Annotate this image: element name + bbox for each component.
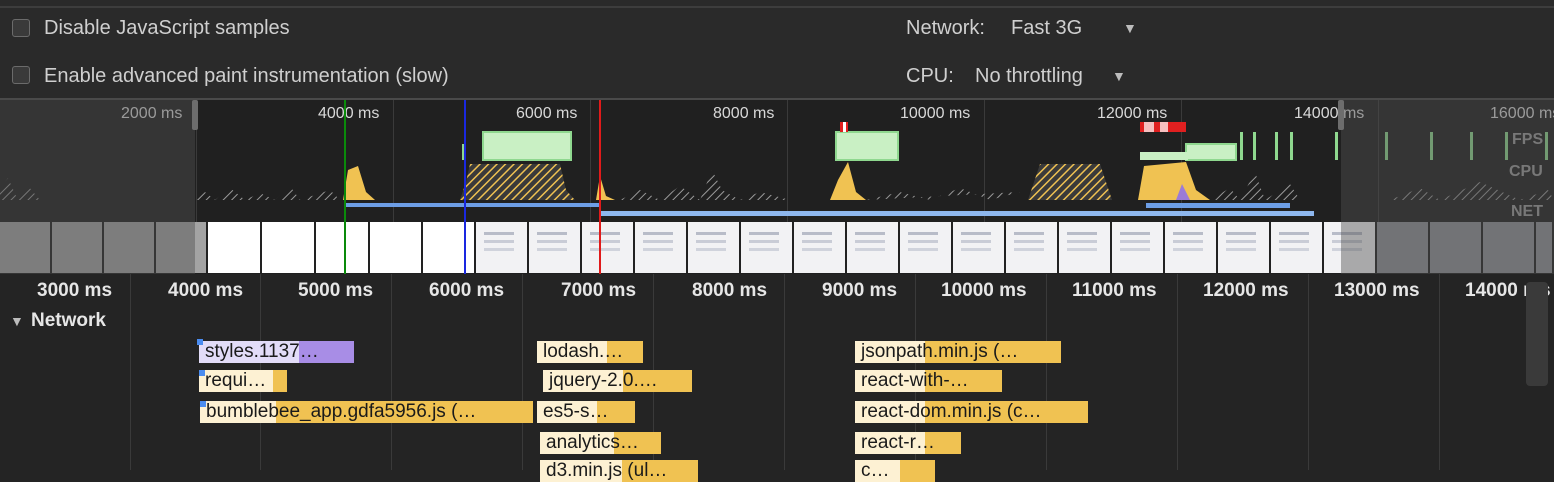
network-request[interactable]: react-dom.min.js (c…: [855, 401, 1088, 423]
network-throttle-value: Fast 3G: [1011, 17, 1083, 39]
filmstrip-frame[interactable]: [208, 222, 262, 273]
grid-line: [130, 274, 131, 470]
grid-line: [522, 274, 523, 470]
network-request[interactable]: c…: [855, 460, 935, 482]
enable-paint-label: Enable advanced paint instrumentation (s…: [44, 65, 449, 87]
vertical-scrollbar-thumb[interactable]: [1526, 282, 1548, 386]
network-throttle-select[interactable]: Fast 3G ▼: [1011, 17, 1146, 43]
cpu-throttle-select[interactable]: No throttling ▼: [975, 65, 1135, 91]
filmstrip-frame[interactable]: [1218, 222, 1271, 273]
filmstrip-frame[interactable]: [370, 222, 423, 273]
first-paint-marker: [344, 100, 346, 274]
filmstrip-frame[interactable]: [529, 222, 582, 273]
disable-js-samples-label: Disable JavaScript samples: [44, 17, 290, 39]
filmstrip-frame[interactable]: [741, 222, 794, 273]
ruler-tick: 8000 ms: [692, 280, 768, 301]
network-throttle-label: Network:: [906, 17, 985, 39]
network-request[interactable]: d3.min.js (ul…: [540, 460, 698, 482]
network-request[interactable]: lodash.…: [537, 341, 643, 363]
request-marker: [197, 339, 203, 345]
overview-graph: [0, 122, 1554, 216]
network-request[interactable]: analytics…: [540, 432, 661, 454]
network-request[interactable]: bumblebee_app.gdfa5956.js (…: [200, 401, 533, 423]
ruler-tick: 5000 ms: [298, 280, 374, 301]
filmstrip-frame[interactable]: [1271, 222, 1324, 273]
selection-left-handle[interactable]: [192, 100, 198, 130]
grid-line: [1439, 274, 1440, 470]
cpu-throttle-label: CPU:: [906, 65, 954, 87]
chevron-down-icon: ▼: [1123, 20, 1137, 36]
ruler-tick: 13000 ms: [1334, 280, 1420, 301]
filmstrip-frame[interactable]: [476, 222, 529, 273]
network-request[interactable]: react-r…: [855, 432, 961, 454]
network-request[interactable]: jquery-2.0.…: [543, 370, 692, 392]
chevron-down-icon: ▼: [1112, 68, 1126, 84]
ruler-tick: 12000 ms: [1203, 280, 1289, 301]
selection-dim-right: [1341, 100, 1554, 274]
cpu-area: [0, 162, 1554, 200]
filmstrip-frame[interactable]: [262, 222, 316, 273]
network-request[interactable]: requi…: [199, 370, 287, 392]
filmstrip-frame[interactable]: [316, 222, 370, 273]
grid-line: [1046, 274, 1047, 470]
network-track-title: Network: [31, 310, 106, 331]
net-bars: [345, 203, 1314, 216]
filmstrip-frame[interactable]: [582, 222, 635, 273]
network-request[interactable]: es5-s…: [537, 401, 635, 423]
grid-line: [1308, 274, 1309, 470]
filmstrip-frame[interactable]: [1006, 222, 1059, 273]
filmstrip-frame[interactable]: [1112, 222, 1165, 273]
selection-dim-left: [0, 100, 195, 274]
enable-paint-checkbox[interactable]: [12, 66, 30, 84]
load-event-marker: [599, 100, 601, 274]
filmstrip-frame[interactable]: [900, 222, 953, 273]
filmstrip-frame[interactable]: [794, 222, 847, 273]
filmstrip-frame[interactable]: [688, 222, 741, 273]
network-track-header[interactable]: ▼ Network: [0, 308, 130, 334]
filmstrip-frame[interactable]: [1059, 222, 1112, 273]
ruler-tick: 3000 ms: [37, 280, 113, 301]
disable-js-samples-checkbox[interactable]: [12, 19, 30, 37]
grid-line: [784, 274, 785, 470]
network-request[interactable]: react-with-…: [855, 370, 1002, 392]
ruler-tick: 6000 ms: [429, 280, 505, 301]
divider: [0, 6, 1554, 8]
filmstrip-frame[interactable]: [847, 222, 900, 273]
filmstrip-frame[interactable]: [635, 222, 688, 273]
grid-line: [1177, 274, 1178, 470]
ruler-tick: 10000 ms: [941, 280, 1027, 301]
filmstrip-frame[interactable]: [953, 222, 1006, 273]
cpu-throttle-value: No throttling: [975, 65, 1083, 87]
network-request[interactable]: styles.1137…: [199, 341, 354, 363]
selection-right-handle[interactable]: [1338, 100, 1344, 130]
ruler-tick: 11000 ms: [1072, 280, 1157, 301]
ruler-tick: 7000 ms: [561, 280, 637, 301]
ruler-tick: 4000 ms: [168, 280, 244, 301]
ruler-tick: 9000 ms: [822, 280, 898, 301]
triangle-down-icon: ▼: [10, 313, 24, 329]
dom-content-loaded-marker: [464, 100, 466, 274]
grid-line: [391, 274, 392, 470]
filmstrip-frame[interactable]: [423, 222, 476, 273]
filmstrip-frame[interactable]: [1165, 222, 1218, 273]
network-request[interactable]: jsonpath.min.js (…: [855, 341, 1061, 363]
